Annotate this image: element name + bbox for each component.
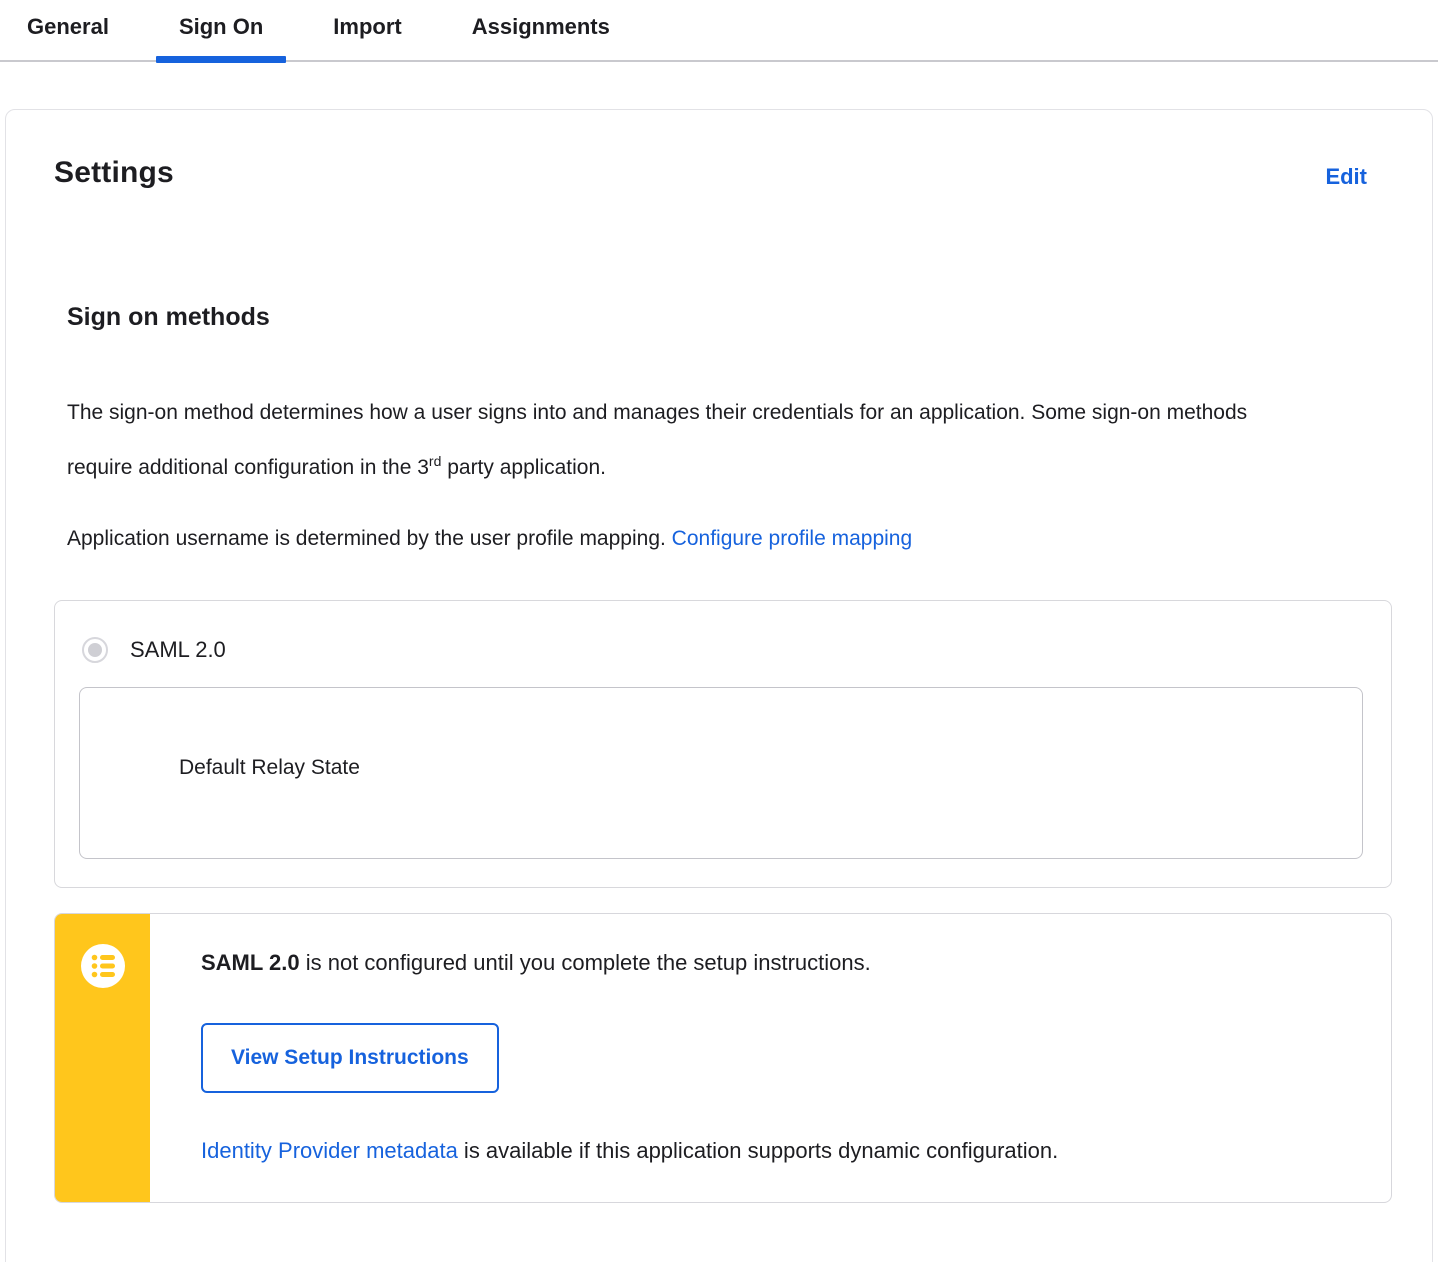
description-superscript: rd bbox=[428, 453, 442, 469]
saml-radio-label: SAML 2.0 bbox=[130, 637, 226, 662]
app-tab-bar: General Sign On Import Assignments bbox=[0, 0, 1438, 63]
callout-message-text: is not configured until you complete the… bbox=[299, 950, 871, 975]
sign-on-method-description: The sign-on method determines how a user… bbox=[67, 388, 1297, 492]
view-setup-instructions-button[interactable]: View Setup Instructions bbox=[201, 1023, 499, 1093]
saml-radio-button[interactable] bbox=[82, 637, 108, 663]
metadata-text: is available if this application support… bbox=[457, 1138, 1059, 1163]
callout-yellow-stripe bbox=[55, 914, 150, 1202]
description-text-part1: The sign-on method determines how a user… bbox=[67, 401, 1248, 479]
callout-message: SAML 2.0 is not configured until you com… bbox=[201, 950, 1351, 976]
settings-title: Settings bbox=[54, 156, 174, 189]
configure-profile-mapping-link[interactable]: Configure profile mapping bbox=[672, 527, 912, 550]
saml-method-box: SAML 2.0 Default Relay State bbox=[54, 600, 1392, 888]
default-relay-state-box: Default Relay State bbox=[79, 687, 1363, 859]
username-mapping-line: Application username is determined by th… bbox=[67, 514, 1297, 563]
callout-body: SAML 2.0 is not configured until you com… bbox=[150, 914, 1391, 1202]
tab-import[interactable]: Import bbox=[310, 0, 424, 60]
list-icon bbox=[80, 944, 125, 988]
tab-assignments[interactable]: Assignments bbox=[449, 0, 633, 60]
tab-general[interactable]: General bbox=[4, 0, 132, 60]
callout-message-bold: SAML 2.0 bbox=[201, 950, 300, 975]
default-relay-state-label: Default Relay State bbox=[179, 756, 360, 779]
username-mapping-text: Application username is determined by th… bbox=[67, 527, 672, 550]
tab-sign-on[interactable]: Sign On bbox=[155, 0, 287, 63]
sign-on-methods-heading: Sign on methods bbox=[67, 303, 270, 331]
description-text-part2: party application. bbox=[441, 456, 606, 479]
saml-not-configured-callout: SAML 2.0 is not configured until you com… bbox=[54, 913, 1392, 1203]
identity-provider-metadata-link[interactable]: Identity Provider metadata bbox=[201, 1138, 458, 1163]
settings-card: Settings Edit Sign on methods The sign-o… bbox=[5, 109, 1433, 1262]
edit-link[interactable]: Edit bbox=[1325, 164, 1367, 190]
saml-radio-row: SAML 2.0 bbox=[82, 637, 1363, 663]
settings-card-header: Settings Edit bbox=[54, 156, 1392, 190]
metadata-line: Identity Provider metadata is available … bbox=[201, 1138, 1351, 1164]
